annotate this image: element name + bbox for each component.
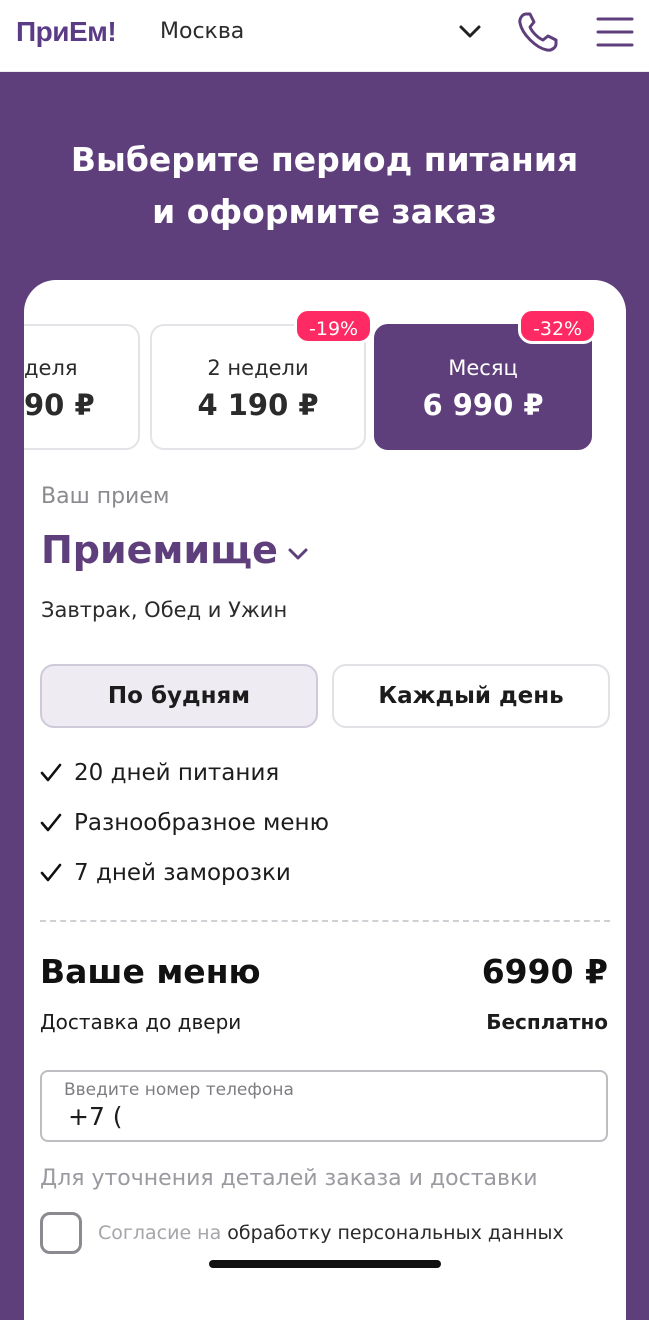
feature-text: 20 дней питания (74, 760, 280, 786)
consent-prefix: Согласие на (98, 1222, 228, 1244)
summary-price: 6990 ₽ (481, 952, 608, 991)
period-option-week[interactable]: деля 90 ₽ (24, 324, 140, 450)
delivery-label: Доставка до двери (40, 1010, 242, 1034)
period-name: деля (24, 356, 78, 380)
feature-text: Разнообразное меню (74, 810, 329, 836)
check-icon (40, 863, 62, 882)
everyday-button[interactable]: Каждый день (332, 664, 610, 728)
chevron-down-icon[interactable] (286, 544, 310, 564)
title-line-1: Выберите период питания (70, 140, 579, 179)
period-price: 4 190 ₽ (197, 388, 319, 422)
weekdays-button[interactable]: По будням (40, 664, 318, 728)
logo-text: ПриЕм! (16, 16, 117, 47)
summary-title: Ваше меню (40, 952, 261, 991)
divider (40, 920, 610, 922)
period-name: Месяц (448, 356, 518, 380)
home-indicator (209, 1260, 441, 1268)
features-list: 20 дней питания Разнообразное меню 7 дне… (40, 756, 329, 906)
list-item: Разнообразное меню (40, 806, 329, 856)
check-icon (40, 813, 62, 832)
menu-icon[interactable] (596, 14, 634, 50)
privacy-policy-link[interactable]: обработку персональных данных (227, 1222, 563, 1244)
phone-icon[interactable] (514, 8, 562, 56)
period-price: 6 990 ₽ (422, 388, 544, 422)
hint-text: Для уточнения деталей заказа и доставки (40, 1166, 538, 1191)
period-name: 2 недели (207, 356, 309, 380)
page-title: Выберите период питания и оформите заказ (0, 134, 649, 238)
chevron-down-icon[interactable] (456, 20, 484, 44)
phone-input[interactable]: Введите номер телефона +7 ( (40, 1070, 608, 1142)
period-price: 90 ₽ (24, 388, 95, 422)
consent-label: Согласие на обработку персональных данны… (98, 1222, 564, 1244)
feature-text: 7 дней заморозки (74, 860, 291, 886)
plan-selector[interactable]: Приемище (41, 528, 278, 572)
phone-input-value: +7 ( (68, 1102, 123, 1131)
order-card: деля 90 ₽ 2 недели 4 190 ₽ Месяц 6 990 ₽… (24, 280, 626, 1320)
title-line-2: и оформите заказ (152, 192, 497, 231)
logo[interactable]: ПриЕм! (16, 12, 117, 52)
period-selector: деля 90 ₽ 2 недели 4 190 ₽ Месяц 6 990 ₽… (24, 280, 626, 480)
discount-badge: -32% (518, 308, 598, 344)
list-item: 7 дней заморозки (40, 856, 329, 906)
plan-label: Ваш прием (41, 484, 170, 509)
consent-checkbox[interactable] (40, 1212, 82, 1254)
delivery-price: Бесплатно (486, 1010, 608, 1034)
check-icon (40, 763, 62, 782)
list-item: 20 дней питания (40, 756, 329, 806)
meals-description: Завтрак, Обед и Ужин (41, 598, 288, 622)
top-header: ПриЕм! Москва (0, 0, 649, 72)
city-selector-label[interactable]: Москва (160, 16, 244, 48)
discount-badge: -19% (294, 308, 374, 344)
phone-input-placeholder: Введите номер телефона (64, 1080, 294, 1100)
